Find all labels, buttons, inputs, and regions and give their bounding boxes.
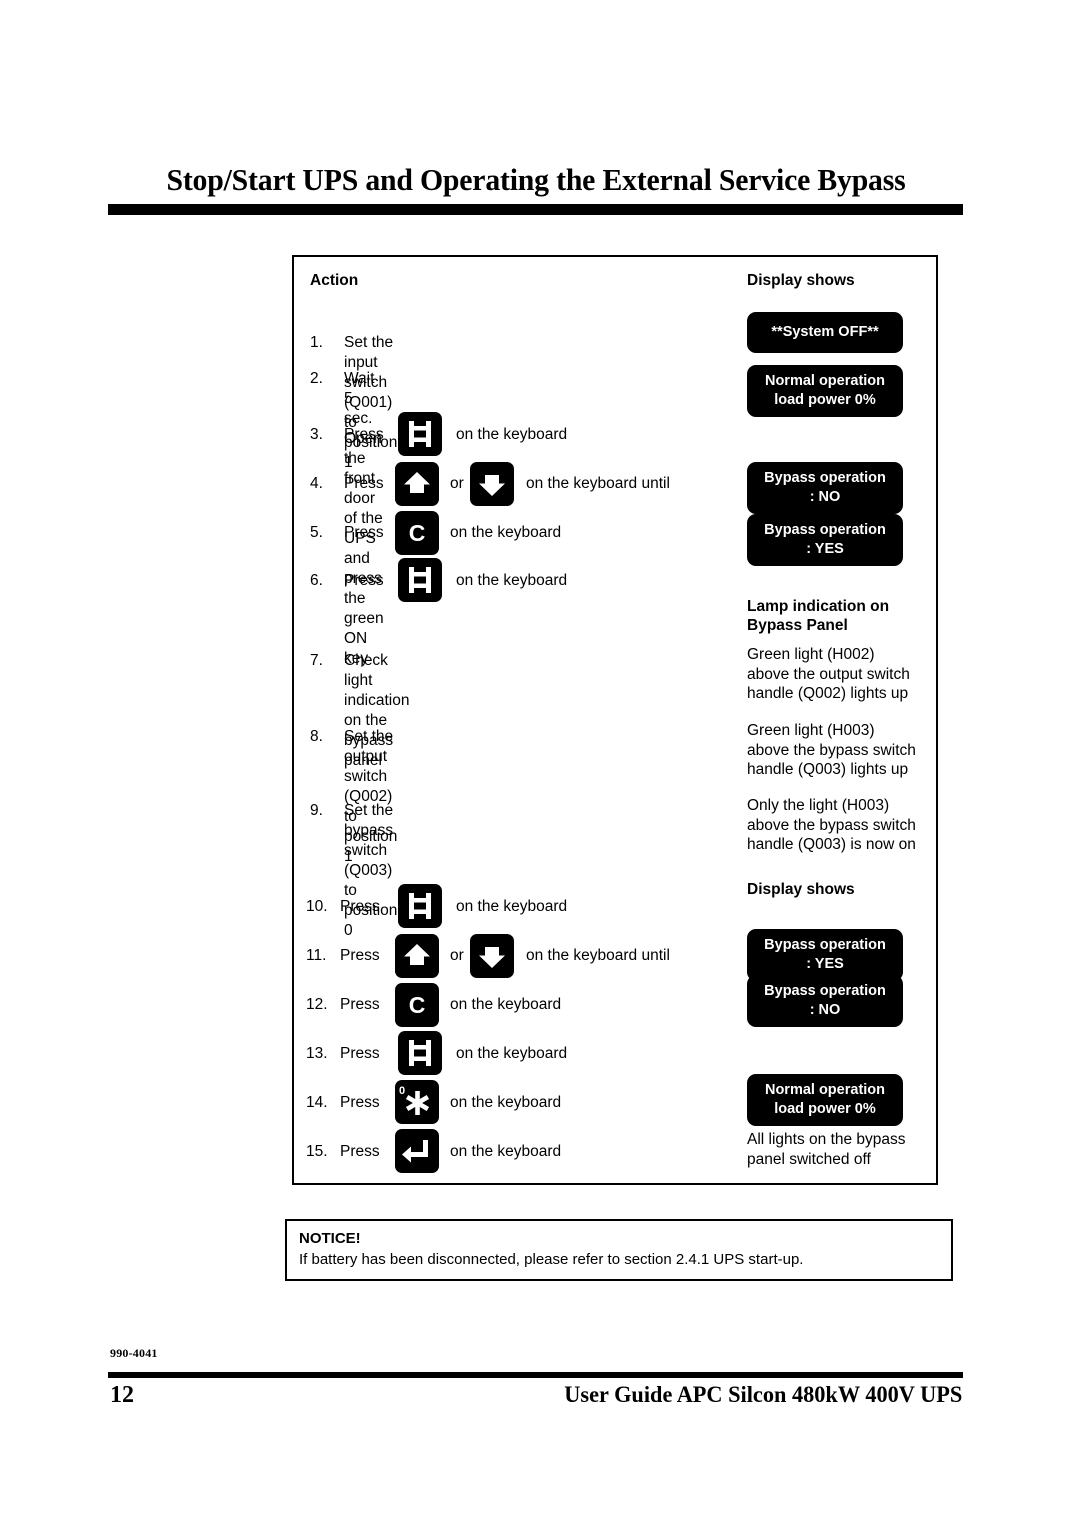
c-key-icon[interactable]: C	[395, 511, 439, 555]
step-text: Set the bypass switch (Q003) to position…	[344, 802, 398, 939]
step-number: 11.	[306, 947, 327, 964]
step-text: Press	[340, 898, 380, 915]
down-arrow-key-icon[interactable]	[470, 934, 514, 978]
notice-title: NOTICE!	[299, 1230, 361, 1247]
svg-text:C: C	[409, 992, 426, 1018]
frame-key-icon[interactable]	[398, 1031, 442, 1075]
step-number: 5.	[310, 524, 323, 541]
step-tail-text: on the keyboard	[456, 898, 568, 915]
lamp-indication-text: Green light (H002) above the output swit…	[747, 646, 910, 702]
step-text: Press	[340, 1094, 380, 1111]
down-arrow-key-icon[interactable]	[470, 462, 514, 506]
display-readout: Normal operation load power 0%	[747, 365, 903, 417]
step-text: Press	[344, 524, 384, 541]
step-tail-text: on the keyboard until	[526, 947, 670, 964]
svg-text:0: 0	[399, 1085, 405, 1097]
display-readout: Bypass operation : NO	[747, 975, 903, 1027]
display-readout: Normal operation load power 0%	[747, 1074, 903, 1126]
up-arrow-key-icon[interactable]	[395, 462, 439, 506]
c-key-icon[interactable]: C	[395, 983, 439, 1027]
step-number: 14.	[306, 1094, 328, 1111]
notice-text: If battery has been disconnected, please…	[299, 1251, 804, 1268]
step-number: 15.	[306, 1143, 328, 1160]
step-number: 12.	[306, 996, 328, 1013]
step-number: 6.	[310, 572, 323, 589]
column-header-display: Display shows	[747, 272, 855, 289]
notice-box: NOTICE! If battery has been disconnected…	[285, 1219, 953, 1281]
step-number: 3.	[310, 426, 323, 443]
step-number: 4.	[310, 475, 323, 492]
enter-key-icon[interactable]	[395, 1129, 439, 1173]
step-tail-text: on the keyboard	[450, 1143, 562, 1160]
step-text: Press	[344, 426, 384, 443]
up-arrow-key-icon[interactable]	[395, 934, 439, 978]
column-header-action: Action	[310, 272, 359, 289]
step-number: 9.	[310, 802, 323, 819]
asterisk-zero-key-icon[interactable]: 0	[395, 1080, 439, 1124]
column-header-display-2: Display shows	[747, 881, 855, 898]
lamp-indication-text: Green light (H003) above the bypass swit…	[747, 722, 916, 778]
page-title: Stop/Start UPS and Operating the Externa…	[166, 162, 906, 197]
step-text: Press	[344, 572, 384, 589]
step-text: Press	[344, 475, 384, 492]
step-tail-text: on the keyboard	[450, 996, 562, 1013]
step-number: 10.	[306, 898, 328, 915]
step-number: 13.	[306, 1045, 328, 1062]
svg-text:C: C	[409, 520, 426, 546]
step-number: 1.	[310, 334, 323, 351]
title-rule	[108, 204, 963, 215]
step-number: 8.	[310, 728, 323, 745]
display-readout: **System OFF**	[747, 312, 903, 353]
step-text: Press	[340, 1143, 380, 1160]
step-tail-text: on the keyboard	[450, 1094, 562, 1111]
display-readout: Bypass operation : YES	[747, 929, 903, 981]
step-tail-text: on the keyboard	[450, 524, 562, 541]
step-number: 7.	[310, 652, 323, 669]
step-tail-text: on the keyboard	[456, 426, 568, 443]
footer-title: User Guide APC Silcon 480kW 400V UPS	[564, 1382, 962, 1407]
display-readout: Bypass operation : YES	[747, 514, 903, 566]
step-text: Press	[340, 1045, 380, 1062]
step-tail-text: on the keyboard	[456, 1045, 568, 1062]
frame-key-icon[interactable]	[398, 884, 442, 928]
frame-key-icon[interactable]	[398, 558, 442, 602]
lamp-indication-text: Only the light (H003) above the bypass s…	[747, 797, 916, 853]
step-tail-text: on the keyboard	[456, 572, 568, 589]
step-text: Press	[340, 947, 380, 964]
step-text: Press	[340, 996, 380, 1013]
display-readout: Bypass operation : NO	[747, 462, 903, 514]
step-between-text: or	[450, 947, 464, 964]
page-number: 12	[110, 1382, 134, 1408]
column-header-lamp: Lamp indication on Bypass Panel	[747, 598, 890, 634]
frame-key-icon[interactable]	[398, 412, 442, 456]
part-number: 990-4041	[110, 1346, 158, 1360]
lamp-indication-text: All lights on the bypass panel switched …	[747, 1131, 906, 1168]
step-tail-text: on the keyboard until	[526, 475, 670, 492]
step-number: 2.	[310, 370, 323, 387]
procedure-table: Action Display shows Lamp indication on …	[292, 255, 938, 1185]
step-text: Wait 5 sec. Open the front door of the U…	[344, 370, 384, 667]
step-between-text: or	[450, 475, 464, 492]
footer-rule	[108, 1372, 963, 1378]
